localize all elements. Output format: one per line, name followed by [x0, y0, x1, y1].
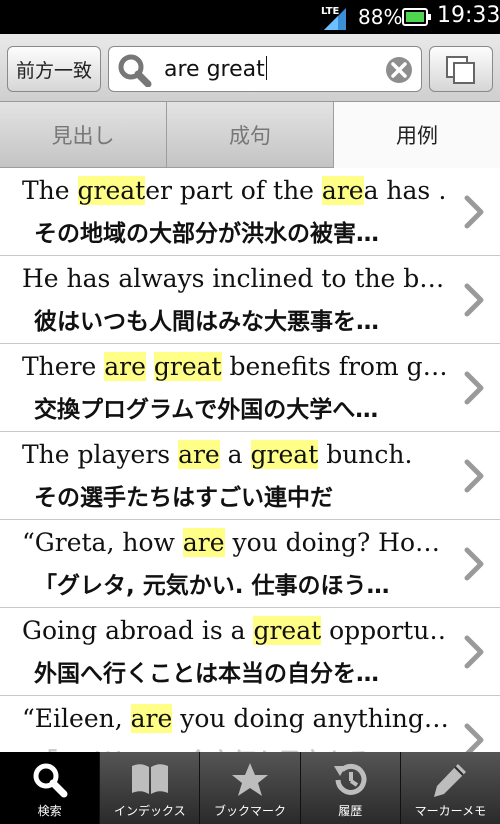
example-english: “Eileen, are you doing anything…	[22, 704, 448, 733]
chevron-right-icon	[464, 547, 484, 581]
match-highlight: are	[130, 704, 173, 733]
nav-bookmarks-label: ブックマーク	[214, 804, 287, 818]
match-highlight: great	[253, 616, 322, 645]
match-highlight: great	[250, 440, 319, 469]
match-highlight: are	[178, 440, 220, 469]
match-highlight: great	[153, 352, 222, 381]
example-japanese: その選手たちはすごい連中だ	[34, 485, 333, 511]
nav-index[interactable]: インデックス	[100, 752, 201, 824]
clear-icon[interactable]	[385, 56, 413, 84]
nav-marker-memo[interactable]: マーカーメモ	[400, 752, 500, 824]
chevron-right-icon	[464, 459, 484, 493]
example-japanese: 「グレタ, 元気かい. 仕事のほう…	[34, 573, 390, 599]
chevron-right-icon	[464, 635, 484, 669]
result-row[interactable]: The players are a great bunch. その選手たちはすごい…	[0, 432, 500, 520]
nav-search-label: 検索	[37, 804, 62, 818]
example-text-segment: The players	[22, 440, 179, 469]
example-english: There are great benefits from g…	[22, 352, 448, 381]
match-highlight: great	[77, 176, 146, 205]
chevron-right-icon	[464, 723, 484, 752]
example-text-segment: opportu…	[321, 616, 448, 645]
search-icon	[118, 54, 152, 87]
nav-marker-memo-label: マーカーメモ	[414, 804, 487, 818]
example-text-segment: benefits from g…	[221, 352, 448, 381]
example-english: The greater part of the area has …	[22, 176, 448, 205]
match-highlight: are	[321, 176, 364, 205]
battery-icon	[402, 8, 431, 26]
example-text-segment: bunch.	[318, 440, 413, 469]
nav-search[interactable]: 検索	[0, 752, 101, 824]
search-input[interactable]: are great	[108, 46, 422, 92]
example-text-segment	[146, 352, 154, 381]
example-japanese: 外国へ行くことは本当の自分を…	[34, 661, 379, 687]
chevron-right-icon	[464, 195, 484, 229]
example-english: Going abroad is a great opportu…	[22, 616, 448, 645]
clock: 19:33	[437, 3, 500, 28]
example-english: He has always inclined to the b…	[22, 264, 448, 293]
book-icon	[131, 764, 168, 794]
example-text-segment: you doing? Ho…	[224, 528, 441, 557]
example-text-segment: He has always inclined to the b…	[22, 264, 445, 293]
example-english: The players are a great bunch.	[22, 440, 448, 469]
results-list[interactable]: The greater part of the area has …その地域の大…	[0, 168, 500, 752]
nav-bookmarks[interactable]: ブックマーク	[200, 752, 301, 824]
signal-icon	[324, 8, 346, 30]
search-icon	[33, 763, 68, 798]
result-row[interactable]: “Eileen, are you doing anything… 「アイリーン, …	[0, 696, 500, 752]
example-japanese: その地域の大部分が洪水の被害…	[34, 221, 379, 247]
match-highlight: are	[182, 528, 225, 557]
result-row[interactable]: There are great benefits from g… 交換プログラムで…	[0, 344, 500, 432]
chevron-right-icon	[464, 283, 484, 317]
copy-button[interactable]	[429, 46, 493, 92]
copy-icon	[446, 56, 475, 84]
search-query-text: are great	[164, 57, 265, 82]
result-row[interactable]: Going abroad is a great opportu… 外国へ行くことは…	[0, 608, 500, 696]
search-toolbar: 前方一致 are great	[0, 34, 500, 102]
nav-index-label: インデックス	[113, 804, 186, 818]
result-type-tabs: 見出し 成句 用例	[0, 102, 500, 168]
result-row[interactable]: The greater part of the area has … その地域の大…	[0, 168, 500, 256]
example-text-segment: a has …	[363, 176, 448, 205]
example-japanese: 「アイリーン, 今夜何か予定ある…	[34, 742, 448, 752]
example-text-segment: The	[22, 176, 78, 205]
example-text-segment: you doing anything…	[172, 704, 448, 733]
status-bar: LTE 88% 19:33	[0, 0, 500, 34]
tab-headwords[interactable]: 見出し	[0, 102, 167, 168]
example-text-segment: “Eileen,	[22, 704, 131, 733]
example-text-segment: There	[22, 352, 105, 381]
chevron-right-icon	[464, 371, 484, 405]
text-caret	[265, 56, 267, 80]
star-icon	[232, 763, 268, 796]
example-english: “Greta, how are you doing? Ho…	[22, 528, 448, 557]
result-row[interactable]: He has always inclined to the b… 彼はいつも人間は…	[0, 256, 500, 344]
result-row[interactable]: “Greta, how are you doing? Ho… 「グレタ, 元気かい…	[0, 520, 500, 608]
nav-history[interactable]: 履歴	[300, 752, 401, 824]
match-highlight: are	[104, 352, 146, 381]
battery-percent: 88%	[358, 5, 403, 29]
history-icon	[334, 763, 367, 795]
example-japanese: 交換プログラムで外国の大学へ…	[34, 397, 379, 423]
example-text-segment: “Greta, how	[22, 528, 183, 557]
tab-examples[interactable]: 用例	[334, 102, 500, 168]
example-text-segment: er part of the	[145, 176, 322, 205]
pen-icon	[434, 764, 467, 797]
bottom-nav: 検索 インデックス ブックマーク 履歴 マーカーメモ	[0, 752, 500, 824]
example-text-segment: Going abroad is a	[22, 616, 254, 645]
example-japanese: 彼はいつも人間はみな大悪事を…	[34, 309, 379, 335]
match-mode-button[interactable]: 前方一致	[7, 46, 101, 92]
example-text-segment: a	[219, 440, 251, 469]
nav-history-label: 履歴	[338, 804, 363, 818]
tab-phrases[interactable]: 成句	[167, 102, 334, 168]
